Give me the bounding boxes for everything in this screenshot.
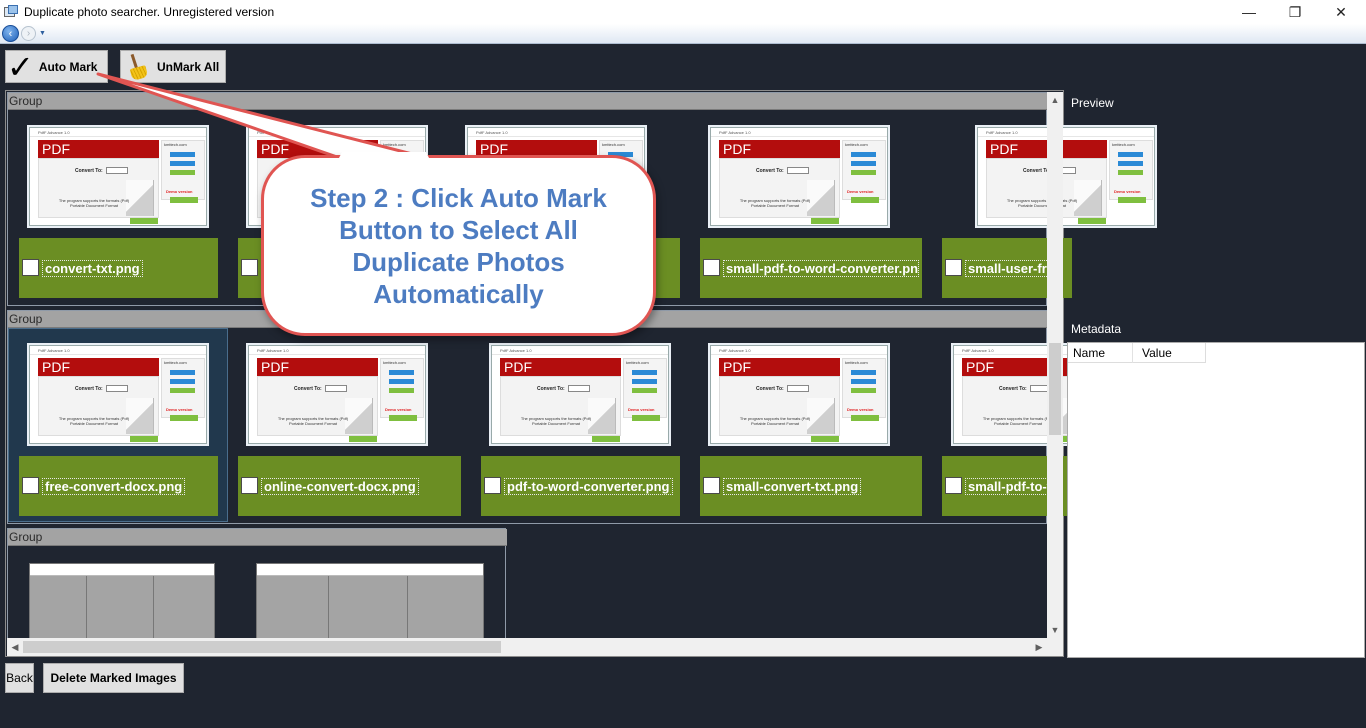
callout-text: Step 2 : Click Auto Mark Button to Selec… [310, 182, 607, 309]
horizontal-scrollbar[interactable]: ◀ ▶ [7, 638, 1047, 656]
maximize-button[interactable]: ❐ [1272, 0, 1318, 24]
scroll-up-icon[interactable]: ▲ [1047, 92, 1063, 108]
auto-mark-label: Auto Mark [38, 59, 98, 74]
window-title: Duplicate photo searcher. Unregistered v… [24, 5, 275, 19]
thumbnail-image[interactable]: PdfF Advance 1.0PDFConvert To:The progra… [29, 345, 207, 444]
mark-checkbox[interactable] [241, 259, 258, 276]
close-button[interactable]: ✕ [1318, 0, 1364, 24]
forward-arrow-icon[interactable]: › [21, 26, 36, 41]
thumbnail-image[interactable]: PdfF Advance 1.0PDFConvert To:The progra… [248, 345, 426, 444]
thumbnail-image[interactable]: PdfF Advance 1.0PDFConvert To:The progra… [710, 345, 888, 444]
delete-marked-images-button[interactable]: Delete Marked Images [43, 663, 184, 693]
vertical-scrollbar[interactable]: ▲ ▼ [1047, 92, 1063, 638]
thumbnail-image[interactable]: PdfF Advance 1.0PDFConvert To:The progra… [29, 127, 207, 226]
title-bar: Duplicate photo searcher. Unregistered v… [0, 0, 1366, 24]
thumbnail-image[interactable]: PdfF Advance 1.0PDFConvert To:The progra… [491, 345, 669, 444]
filename-label: small-pdf-to-w [965, 478, 1060, 495]
filename-label: pdf-to-word-converter.png [504, 478, 673, 495]
filename-label: convert-txt.png [42, 260, 143, 277]
scroll-left-icon[interactable]: ◀ [7, 638, 23, 656]
preview-label: Preview [1071, 96, 1114, 110]
filename-label: small-convert-txt.png [723, 478, 862, 495]
minimize-button[interactable]: — [1226, 0, 1272, 24]
column-name[interactable]: Name [1073, 346, 1105, 360]
unmark-all-label: UnMark All [157, 59, 220, 74]
mark-checkbox[interactable] [22, 259, 39, 276]
broom-icon [125, 53, 151, 81]
thumbnail-image[interactable]: PdfF Advance 1.0PDFConvert To:The progra… [710, 127, 888, 226]
thumbnail-image[interactable] [256, 563, 484, 639]
mark-checkbox[interactable] [945, 259, 962, 276]
thumbnail-image[interactable]: PdfF Advance 1.0PDFConvert To:The progra… [977, 127, 1155, 226]
metadata-label: Metadata [1071, 322, 1122, 336]
scroll-thumb[interactable] [1049, 343, 1061, 435]
mark-checkbox[interactable] [703, 259, 720, 276]
thumbnail-image[interactable] [29, 563, 215, 639]
column-value[interactable]: Value [1142, 346, 1172, 360]
metadata-header: Name Value [1068, 343, 1206, 363]
group-header: Group [8, 529, 507, 546]
mark-checkbox[interactable] [703, 477, 720, 494]
app-icon [3, 4, 19, 20]
navigation-bar: ‹ › ▼ [0, 24, 1366, 44]
mark-checkbox[interactable] [484, 477, 501, 494]
mark-checkbox[interactable] [945, 477, 962, 494]
mark-checkbox[interactable] [241, 477, 258, 494]
unmark-all-button[interactable]: UnMark All [120, 50, 226, 83]
back-button[interactable]: Back [5, 663, 34, 693]
scroll-right-icon[interactable]: ▶ [1031, 638, 1047, 656]
mark-checkbox[interactable] [22, 477, 39, 494]
filename-label: free-convert-docx.png [42, 478, 186, 495]
auto-mark-button[interactable]: ✓ Auto Mark [5, 50, 108, 83]
instruction-callout: Step 2 : Click Auto Mark Button to Selec… [261, 155, 656, 336]
filename-label: small-pdf-to-word-converter.png [723, 260, 919, 277]
back-arrow-icon[interactable]: ‹ [2, 25, 19, 42]
chevron-down-icon[interactable]: ▼ [39, 30, 46, 37]
filename-label: small-user-fri [965, 260, 1054, 277]
filename-label: online-convert-docx.png [261, 478, 419, 495]
scrollbar-corner [1047, 638, 1063, 656]
metadata-table[interactable]: Name Value [1067, 342, 1365, 658]
scroll-down-icon[interactable]: ▼ [1047, 622, 1063, 638]
scroll-thumb[interactable] [23, 641, 501, 653]
checkmark-icon: ✓ [7, 48, 34, 85]
group-header: Group [8, 93, 1048, 110]
